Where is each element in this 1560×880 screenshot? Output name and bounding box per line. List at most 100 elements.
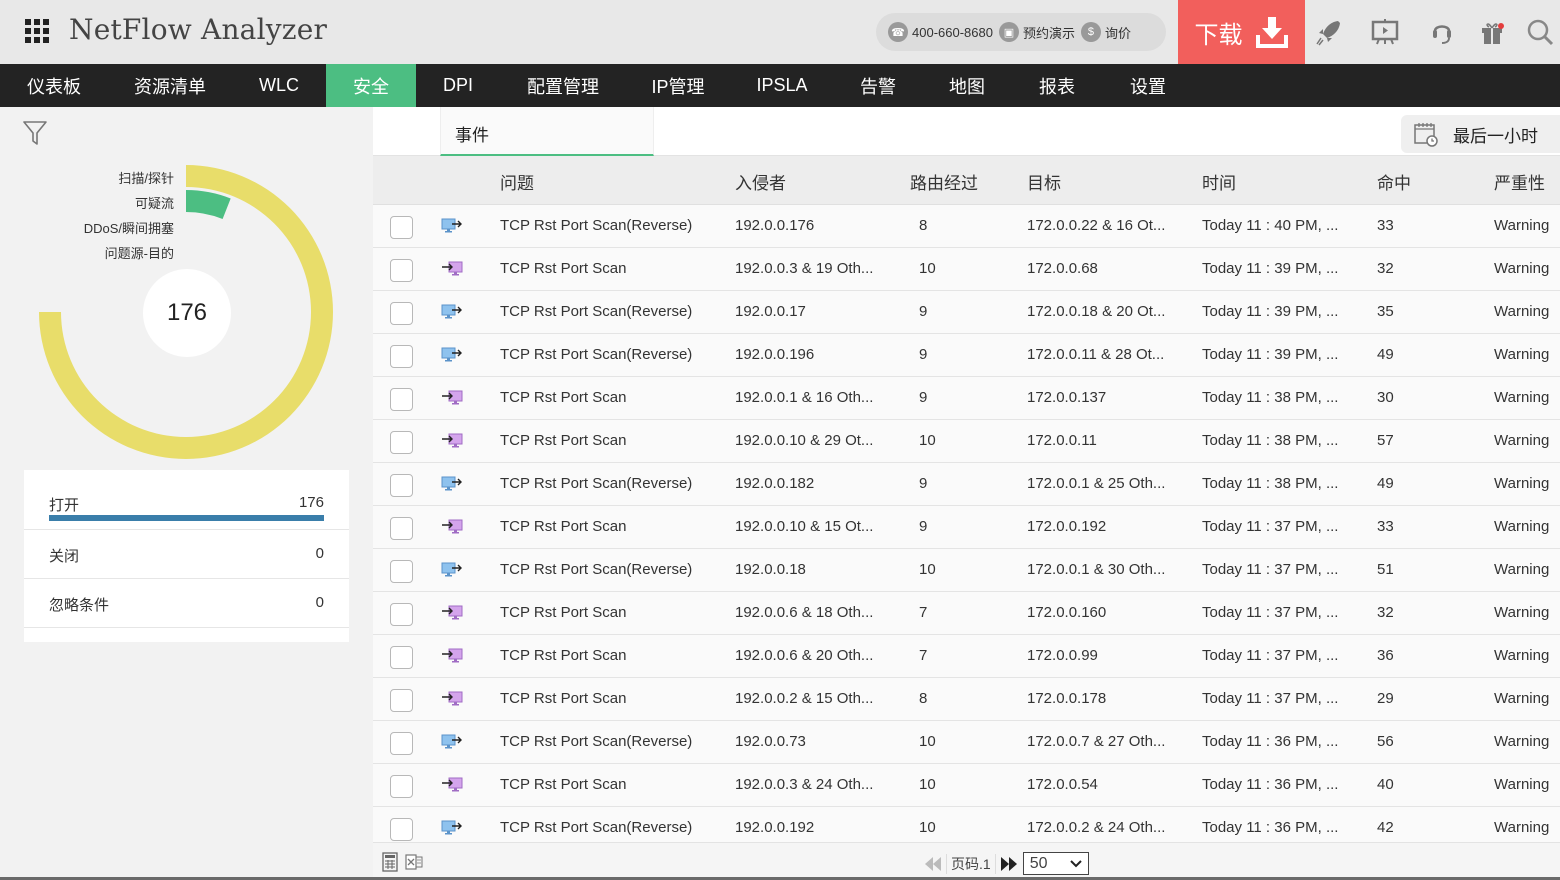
cell-target[interactable]: 172.0.0.11: [1027, 432, 1097, 449]
cell-target[interactable]: 172.0.0.178: [1027, 690, 1106, 707]
cell-issue[interactable]: TCP Rst Port Scan: [500, 389, 626, 406]
cell-target[interactable]: 172.0.0.160: [1027, 604, 1106, 621]
table-row[interactable]: TCP Rst Port Scan 192.0.0.10 & 15 Ot... 9 1…: [373, 506, 1560, 549]
nav-dashboard[interactable]: 仪表板: [0, 64, 108, 107]
cell-target[interactable]: 172.0.0.2 & 24 Oth...: [1027, 819, 1165, 836]
nav-ip-management[interactable]: IP管理: [626, 64, 730, 107]
col-intruder[interactable]: 入侵者: [735, 169, 786, 194]
col-time[interactable]: 时间: [1202, 169, 1236, 194]
cell-intruder[interactable]: 192.0.0.6 & 18 Oth...: [735, 604, 873, 621]
table-row[interactable]: TCP Rst Port Scan 192.0.0.6 & 18 Oth... 7 1…: [373, 592, 1560, 635]
table-row[interactable]: TCP Rst Port Scan(Reverse) 192.0.0.17 9 172…: [373, 291, 1560, 334]
cell-target[interactable]: 172.0.0.137: [1027, 389, 1106, 406]
row-checkbox[interactable]: [390, 431, 413, 454]
row-checkbox[interactable]: [390, 560, 413, 583]
cell-intruder[interactable]: 192.0.0.182: [735, 475, 814, 492]
next-page-button[interactable]: [999, 856, 1019, 872]
cell-intruder[interactable]: 192.0.0.1 & 16 Oth...: [735, 389, 873, 406]
table-row[interactable]: TCP Rst Port Scan(Reverse) 192.0.0.182 9 17…: [373, 463, 1560, 506]
cell-target[interactable]: 172.0.0.11 & 28 Ot...: [1027, 346, 1164, 363]
nav-inventory[interactable]: 资源清单: [108, 64, 232, 107]
nav-settings[interactable]: 设置: [1102, 64, 1194, 107]
cell-target[interactable]: 172.0.0.18 & 20 Ot...: [1027, 303, 1165, 320]
excel-export-icon[interactable]: [405, 852, 423, 872]
nav-wlc[interactable]: WLC: [232, 64, 326, 107]
table-row[interactable]: TCP Rst Port Scan(Reverse) 192.0.0.176 8 17…: [373, 205, 1560, 248]
nav-config-management[interactable]: 配置管理: [500, 64, 626, 107]
nav-ipsla[interactable]: IPSLA: [730, 64, 834, 107]
nav-security[interactable]: 安全: [326, 64, 416, 107]
cell-issue[interactable]: TCP Rst Port Scan(Reverse): [500, 475, 692, 492]
prev-page-button[interactable]: [923, 856, 943, 872]
radial-bar-1[interactable]: [186, 190, 231, 219]
cell-target[interactable]: 172.0.0.7 & 27 Oth...: [1027, 733, 1165, 750]
cell-intruder[interactable]: 192.0.0.18: [735, 561, 806, 578]
cell-intruder[interactable]: 192.0.0.17: [735, 303, 806, 320]
cell-issue[interactable]: TCP Rst Port Scan(Reverse): [500, 561, 692, 578]
cell-issue[interactable]: TCP Rst Port Scan: [500, 604, 626, 621]
cell-issue[interactable]: TCP Rst Port Scan(Reverse): [500, 346, 692, 363]
cell-issue[interactable]: TCP Rst Port Scan(Reverse): [500, 819, 692, 836]
cell-issue[interactable]: TCP Rst Port Scan(Reverse): [500, 217, 692, 234]
col-via[interactable]: 路由经过: [910, 169, 978, 194]
rocket-icon[interactable]: [1311, 14, 1347, 50]
cell-intruder[interactable]: 192.0.0.6 & 20 Oth...: [735, 647, 873, 664]
nav-dpi[interactable]: DPI: [416, 64, 500, 107]
table-row[interactable]: TCP Rst Port Scan 192.0.0.2 & 15 Oth... 8 1…: [373, 678, 1560, 721]
row-checkbox[interactable]: [390, 302, 413, 325]
cell-issue[interactable]: TCP Rst Port Scan: [500, 690, 626, 707]
cell-intruder[interactable]: 192.0.0.196: [735, 346, 814, 363]
cell-issue[interactable]: TCP Rst Port Scan(Reverse): [500, 303, 692, 320]
row-checkbox[interactable]: [390, 345, 413, 368]
status-closed[interactable]: 关闭 0: [24, 530, 349, 579]
nav-reports[interactable]: 报表: [1012, 64, 1102, 107]
cell-issue[interactable]: TCP Rst Port Scan: [500, 647, 626, 664]
col-issue[interactable]: 问题: [500, 169, 534, 194]
status-ignored[interactable]: 忽略条件 0: [24, 579, 349, 628]
cell-target[interactable]: 172.0.0.192: [1027, 518, 1106, 535]
table-row[interactable]: TCP Rst Port Scan 192.0.0.10 & 29 Ot... 10…: [373, 420, 1560, 463]
cell-target[interactable]: 172.0.0.1 & 25 Oth...: [1027, 475, 1165, 492]
cell-issue[interactable]: TCP Rst Port Scan: [500, 260, 626, 277]
row-checkbox[interactable]: [390, 646, 413, 669]
demo-link[interactable]: 预约演示: [1023, 23, 1075, 42]
tab-events[interactable]: 事件: [440, 107, 654, 156]
cell-issue[interactable]: TCP Rst Port Scan: [500, 776, 626, 793]
table-row[interactable]: TCP Rst Port Scan(Reverse) 192.0.0.73 10 17…: [373, 721, 1560, 764]
row-checkbox[interactable]: [390, 216, 413, 239]
table-row[interactable]: TCP Rst Port Scan 192.0.0.6 & 20 Oth... 7 1…: [373, 635, 1560, 678]
col-severity[interactable]: 严重性: [1494, 169, 1545, 194]
page-size-select[interactable]: 50: [1022, 852, 1089, 875]
cell-issue[interactable]: TCP Rst Port Scan(Reverse): [500, 733, 692, 750]
table-row[interactable]: TCP Rst Port Scan 192.0.0.3 & 24 Oth... 10…: [373, 764, 1560, 807]
row-checkbox[interactable]: [390, 689, 413, 712]
gift-icon[interactable]: [1474, 14, 1510, 50]
row-checkbox[interactable]: [390, 474, 413, 497]
download-button[interactable]: 下载: [1178, 0, 1305, 64]
csv-export-icon[interactable]: [381, 852, 399, 872]
app-grid-icon[interactable]: [25, 19, 49, 43]
cell-intruder[interactable]: 192.0.0.176: [735, 217, 814, 234]
table-row[interactable]: TCP Rst Port Scan(Reverse) 192.0.0.192 10 1…: [373, 807, 1560, 842]
cell-intruder[interactable]: 192.0.0.3 & 24 Oth...: [735, 776, 873, 793]
cell-intruder[interactable]: 192.0.0.192: [735, 819, 814, 836]
phone-number[interactable]: 400-660-8680: [912, 25, 993, 40]
row-checkbox[interactable]: [390, 517, 413, 540]
nav-alarms[interactable]: 告警: [834, 64, 922, 107]
row-checkbox[interactable]: [390, 259, 413, 282]
table-row[interactable]: TCP Rst Port Scan 192.0.0.1 & 16 Oth... 9 1…: [373, 377, 1560, 420]
row-checkbox[interactable]: [390, 818, 413, 841]
table-row[interactable]: TCP Rst Port Scan 192.0.0.3 & 19 Oth... 10…: [373, 248, 1560, 291]
cell-target[interactable]: 172.0.0.68: [1027, 260, 1098, 277]
cell-issue[interactable]: TCP Rst Port Scan: [500, 432, 626, 449]
row-checkbox[interactable]: [390, 732, 413, 755]
cell-intruder[interactable]: 192.0.0.10 & 15 Ot...: [735, 518, 873, 535]
cell-intruder[interactable]: 192.0.0.2 & 15 Oth...: [735, 690, 873, 707]
table-body[interactable]: TCP Rst Port Scan(Reverse) 192.0.0.176 8 17…: [373, 205, 1560, 842]
cell-intruder[interactable]: 192.0.0.73: [735, 733, 806, 750]
col-hits[interactable]: 命中: [1377, 169, 1411, 194]
price-link[interactable]: 询价: [1105, 23, 1131, 42]
table-row[interactable]: TCP Rst Port Scan(Reverse) 192.0.0.18 10 17…: [373, 549, 1560, 592]
col-target[interactable]: 目标: [1027, 169, 1061, 194]
cell-intruder[interactable]: 192.0.0.3 & 19 Oth...: [735, 260, 873, 277]
